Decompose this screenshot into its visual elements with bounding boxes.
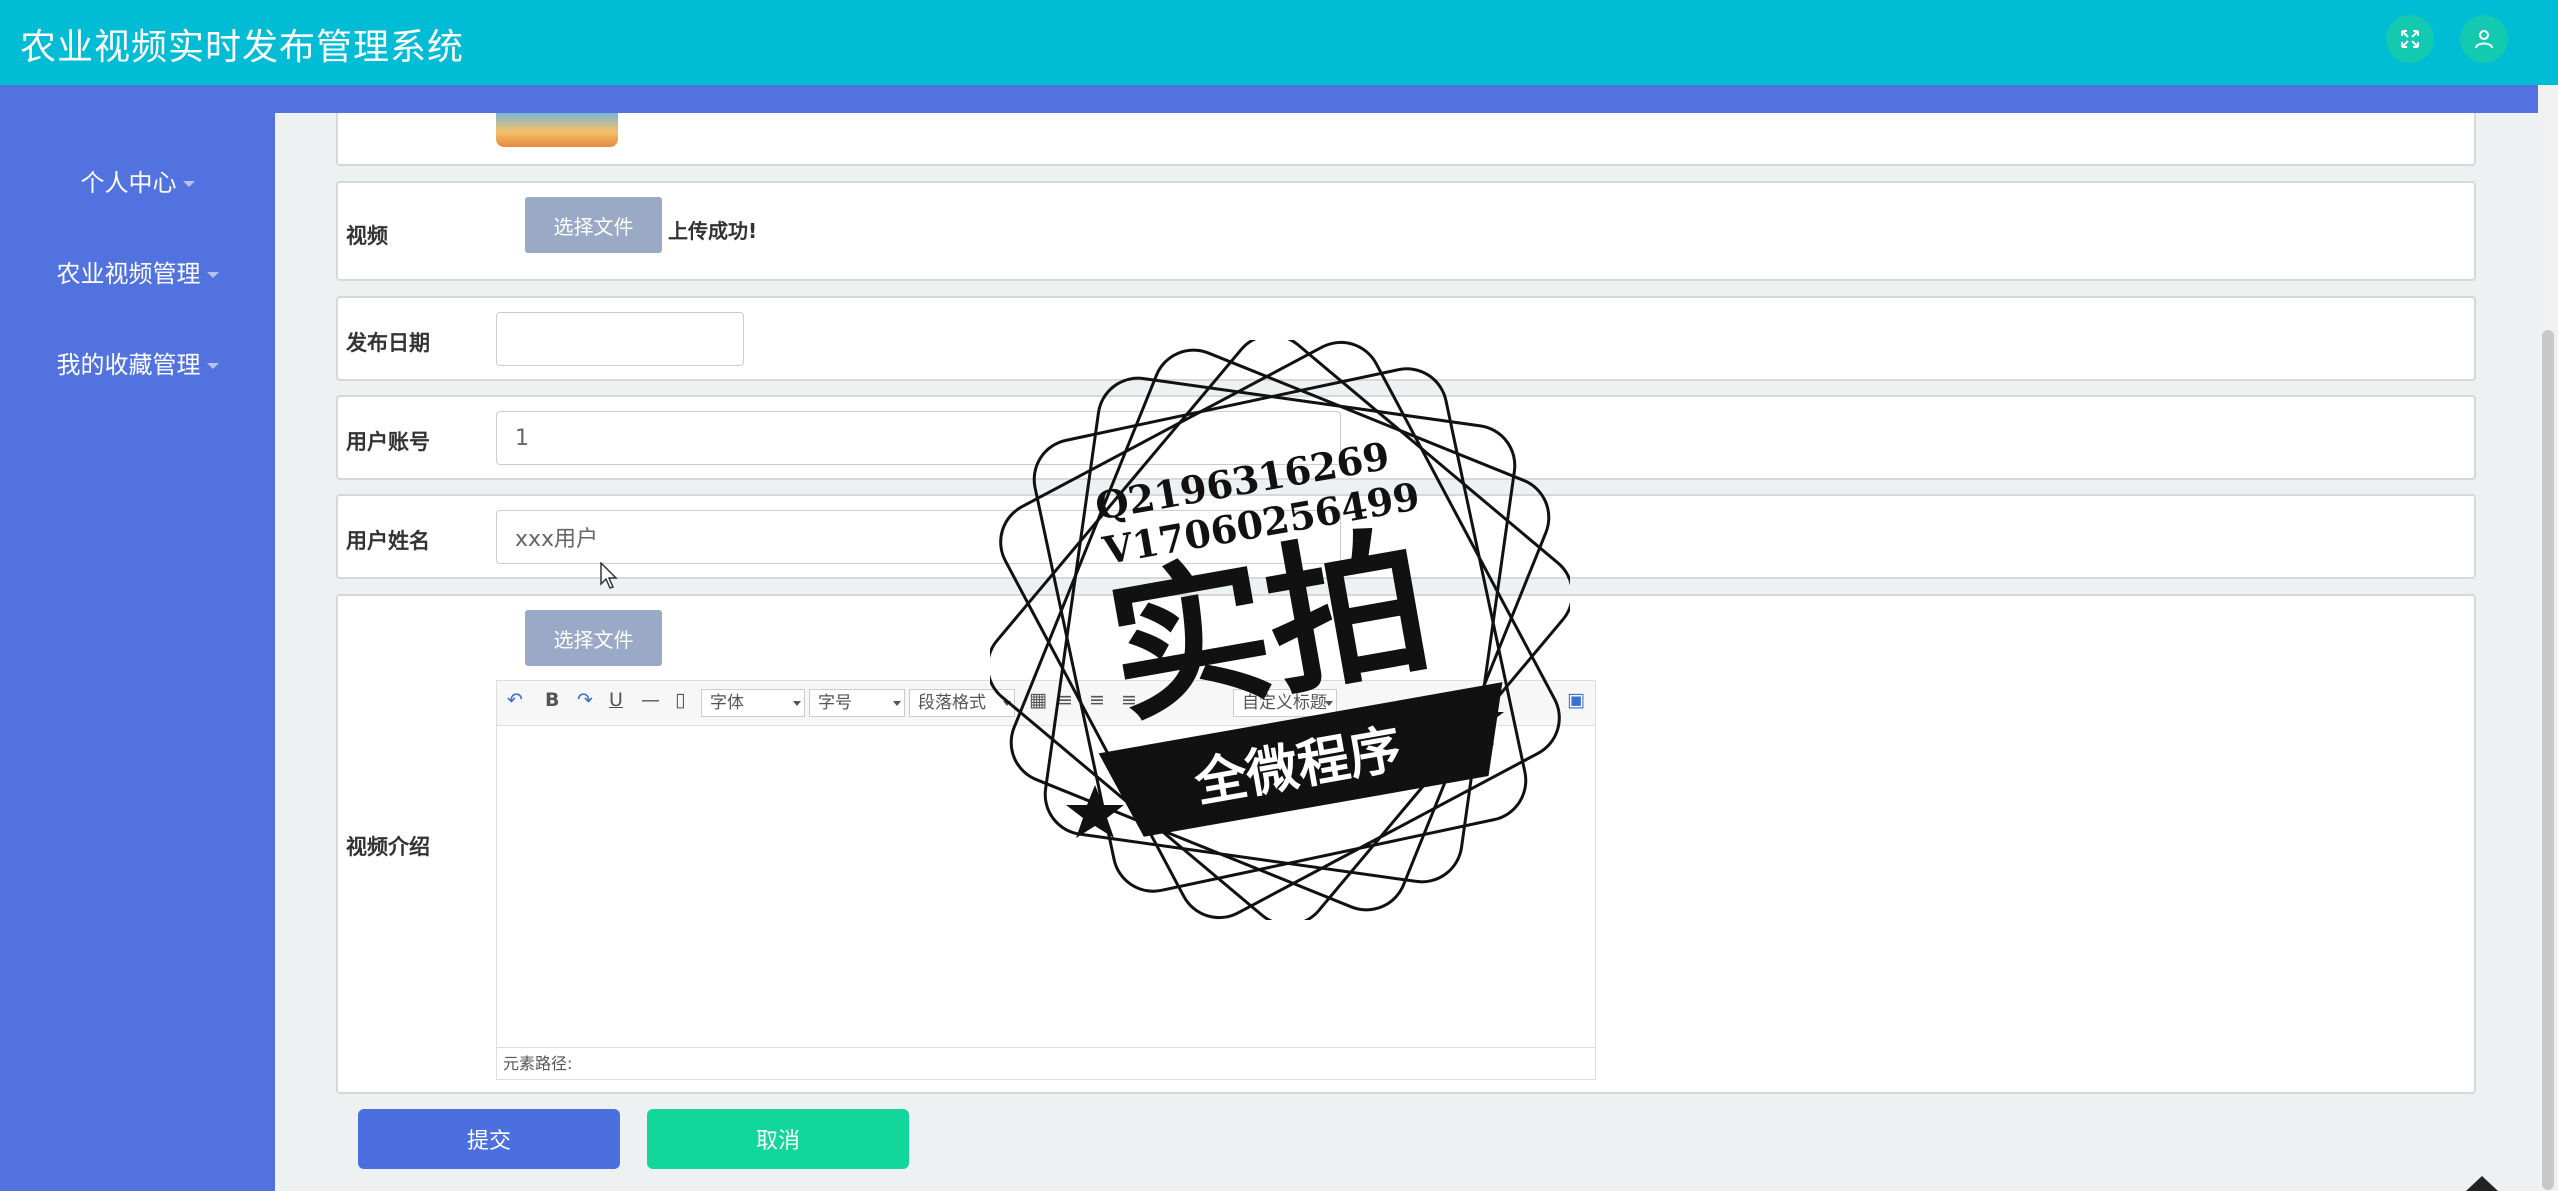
sidebar: 个人中心 农业视频管理 我的收藏管理 <box>0 85 275 1191</box>
upload-status-text: 上传成功! <box>668 219 758 243</box>
sidebar-item-label: 农业视频管理 <box>56 260 201 288</box>
scrollbar-thumb[interactable] <box>2542 330 2554 1190</box>
caret-down-icon <box>206 272 219 278</box>
publish-date-input[interactable] <box>496 312 744 366</box>
cover-image-thumbnail <box>496 113 618 147</box>
cover-image-row <box>336 113 2476 166</box>
video-choose-file-button[interactable]: 选择文件 <box>525 197 662 253</box>
fullscreen-icon <box>2401 30 2419 48</box>
intro-choose-file-button[interactable]: 选择文件 <box>525 610 662 666</box>
sidebar-item-video-management[interactable]: 农业视频管理 <box>0 254 275 289</box>
top-header: 农业视频实时发布管理系统 <box>0 0 2558 85</box>
user-name-label: 用户姓名 <box>346 529 430 553</box>
header-subbar <box>0 85 2538 113</box>
cancel-button[interactable]: 取消 <box>647 1109 909 1169</box>
font-select-label: 字体 <box>710 693 744 713</box>
video-row: 视频 选择文件 上传成功! <box>336 181 2476 281</box>
horizontal-rule-icon[interactable]: — <box>641 689 660 711</box>
font-family-select[interactable]: 字体 <box>701 689 805 717</box>
dropdown-arrow-icon <box>793 701 801 706</box>
user-icon <box>2475 30 2493 49</box>
user-account-label: 用户账号 <box>346 430 430 454</box>
sidebar-item-favorites-management[interactable]: 我的收藏管理 <box>0 345 275 380</box>
back-to-top-icon[interactable] <box>2462 1172 2502 1191</box>
caret-down-icon <box>182 181 195 187</box>
user-profile-button[interactable] <box>2460 15 2508 63</box>
sidebar-item-label: 我的收藏管理 <box>56 351 201 379</box>
paragraph-select-label: 段落格式 <box>918 693 986 713</box>
bold-icon[interactable]: B <box>545 689 559 711</box>
fullscreen-button[interactable] <box>2386 15 2434 63</box>
app-title: 农业视频实时发布管理系统 <box>20 27 465 68</box>
submit-button[interactable]: 提交 <box>358 1109 620 1169</box>
dropdown-arrow-icon <box>893 701 901 706</box>
editor-element-path: 元素路径: <box>497 1047 1595 1079</box>
undo-icon[interactable]: ↶ <box>507 689 523 711</box>
publish-date-label: 发布日期 <box>346 331 430 355</box>
caret-down-icon <box>206 363 219 369</box>
mouse-cursor-icon <box>600 562 618 589</box>
page-icon[interactable]: ▯ <box>675 689 685 711</box>
underline-icon[interactable]: U <box>609 689 623 711</box>
font-size-select[interactable]: 字号 <box>809 689 905 717</box>
video-intro-label: 视频介绍 <box>346 835 430 859</box>
sidebar-item-label: 个人中心 <box>80 169 177 197</box>
watermark-stamp: Q2196316269 V17060256499 实拍 全微程序 <box>990 340 1570 920</box>
redo-icon[interactable]: ↷ <box>577 689 593 711</box>
video-label: 视频 <box>346 224 388 248</box>
size-select-label: 字号 <box>818 693 852 713</box>
sidebar-item-personal-center[interactable]: 个人中心 <box>0 163 275 198</box>
